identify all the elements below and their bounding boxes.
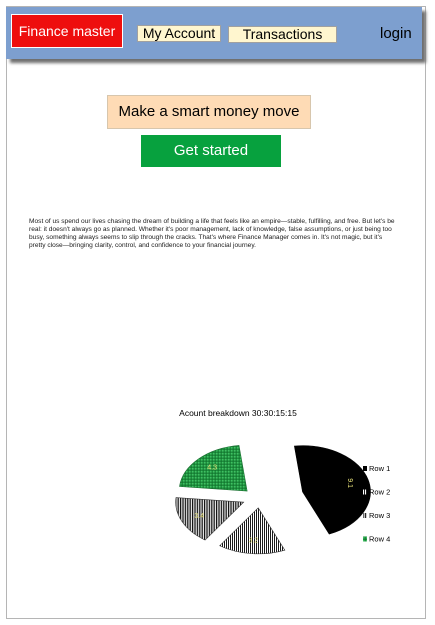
legend-swatch-3 [363,513,367,518]
pie-data-label-1: 9.1 [346,478,353,488]
pie-data-label-3: 3.4 [194,513,204,520]
pie-data-label-4: 4.3 [207,465,217,472]
pie-slice-1 [294,445,371,535]
legend-label-1: Row 1 [369,464,390,473]
legend-label-3: Row 3 [369,511,390,520]
legend-label-2: Row 2 [369,488,390,497]
legend-swatch-4 [363,536,367,542]
legend-swatch-2 [363,489,367,495]
pie-data-label-2: 3.2 [248,538,258,545]
account-pie-chart: 9.1 3.2 3.4 4.3 Row 1 Row 2 Row 3 Row 4 [175,445,390,555]
legend-label-4: Row 4 [369,535,390,544]
legend-swatch-1 [363,466,367,471]
